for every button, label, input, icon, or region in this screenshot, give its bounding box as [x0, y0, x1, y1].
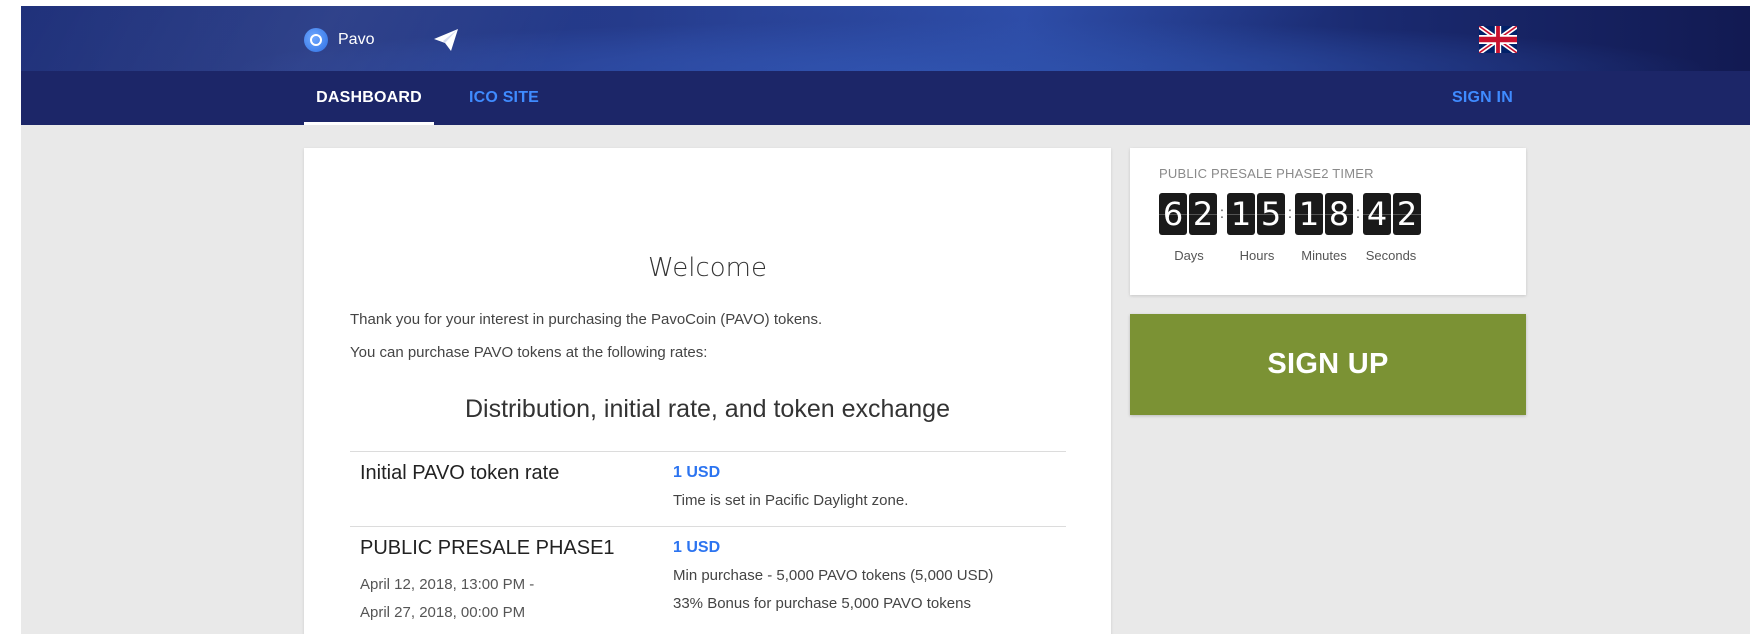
- pavo-logo-icon: [304, 28, 328, 52]
- minutes-digit: 8: [1325, 193, 1353, 235]
- timer-label-seconds: Seconds: [1365, 248, 1417, 263]
- intro-text-2: You can purchase PAVO tokens at the foll…: [350, 344, 708, 361]
- rate-note: 33% Bonus for purchase 5,000 PAVO tokens: [673, 595, 971, 612]
- page-frame: Pavo DASHBOARD ICO SITE SIGN IN Welcome …: [21, 6, 1750, 634]
- rate-note: Time is set in Pacific Daylight zone.: [673, 492, 909, 509]
- tab-dashboard[interactable]: DASHBOARD: [304, 71, 434, 125]
- rate-date-end: April 27, 2018, 00:00 PM: [360, 604, 526, 621]
- rate-name: PUBLIC PRESALE PHASE1: [360, 537, 615, 559]
- rate-value: 1 USD: [673, 464, 721, 481]
- timer-separator: :: [1287, 205, 1293, 222]
- intro-text-1: Thank you for your interest in purchasin…: [350, 311, 823, 328]
- seconds-digit: 2: [1393, 193, 1421, 235]
- tab-ico-site[interactable]: ICO SITE: [469, 71, 539, 125]
- distribution-title: Distribution, initial rate, and token ex…: [464, 395, 950, 423]
- brand-name: Pavo: [338, 31, 375, 48]
- seconds-digit: 4: [1363, 193, 1391, 235]
- countdown-digits: 6 2 : 1 5 : 1 8 : 4 2: [1159, 193, 1423, 235]
- presale-timer-card: PUBLIC PRESALE PHASE2 TIMER 6 2 : 1 5 : …: [1130, 148, 1526, 295]
- main-nav: DASHBOARD ICO SITE SIGN IN: [21, 71, 1750, 125]
- rate-dates: April 12, 2018, 13:00 PM - April 27, 201…: [360, 571, 534, 627]
- rate-note: Min purchase - 5,000 PAVO tokens (5,000 …: [673, 567, 994, 584]
- rate-value: 1 USD: [673, 539, 721, 556]
- timer-separator: :: [1355, 205, 1361, 222]
- sign-up-button[interactable]: SIGN UP: [1130, 314, 1526, 415]
- top-header: Pavo: [21, 6, 1750, 71]
- minutes-digit: 1: [1295, 193, 1323, 235]
- hours-digit: 5: [1257, 193, 1285, 235]
- hours-digit: 1: [1227, 193, 1255, 235]
- telegram-icon[interactable]: [433, 28, 459, 52]
- rates-table: Initial PAVO token rate 1 USD Time is se…: [350, 451, 1066, 634]
- rate-row-initial: Initial PAVO token rate 1 USD Time is se…: [350, 451, 1066, 526]
- timer-label-hours: Hours: [1239, 248, 1275, 263]
- rate-row-presale-phase1: PUBLIC PRESALE PHASE1 April 12, 2018, 13…: [350, 526, 1066, 634]
- rate-date-start: April 12, 2018, 13:00 PM -: [360, 576, 535, 593]
- rate-name: Initial PAVO token rate: [360, 462, 560, 484]
- timer-separator: :: [1219, 205, 1225, 222]
- timer-label-days: Days: [1174, 248, 1204, 263]
- timer-label-minutes: Minutes: [1301, 248, 1347, 263]
- uk-flag-icon[interactable]: [1479, 26, 1517, 53]
- welcome-title: Welcome: [648, 253, 767, 283]
- welcome-card: Welcome Thank you for your interest in p…: [304, 148, 1111, 634]
- sign-in-link[interactable]: SIGN IN: [1452, 71, 1513, 125]
- timer-title: PUBLIC PRESALE PHASE2 TIMER: [1159, 166, 1374, 181]
- days-digit: 6: [1159, 193, 1187, 235]
- days-digit: 2: [1189, 193, 1217, 235]
- brand-logo[interactable]: Pavo: [304, 28, 374, 52]
